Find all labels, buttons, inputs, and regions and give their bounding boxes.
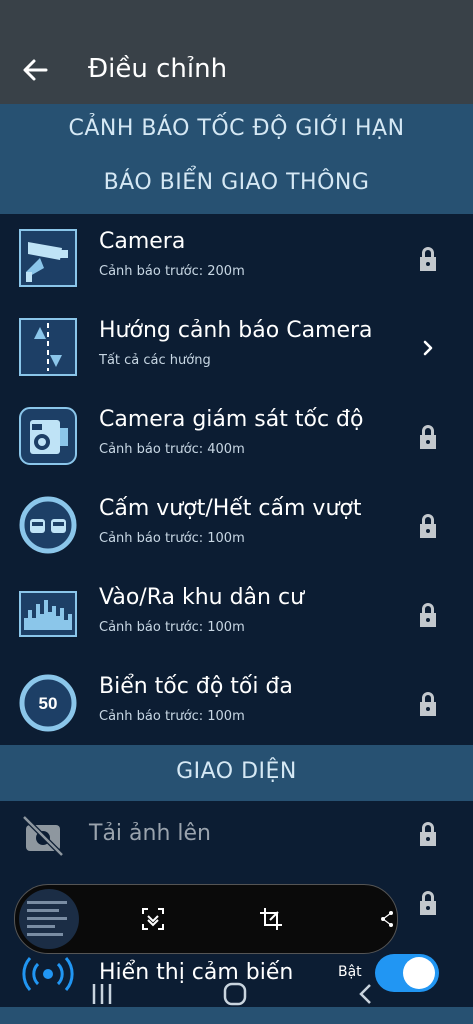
speed-camera-icon (19, 407, 77, 465)
lock-icon (420, 692, 436, 716)
nav-back-icon[interactable] (356, 982, 376, 1006)
camera-icon (19, 229, 77, 287)
setting-title: Hướng cảnh báo Camera (99, 318, 373, 343)
section-header-ui: GIAO DIỆN (0, 745, 473, 801)
setting-upload-image[interactable]: Tải ảnh lên (0, 801, 473, 871)
no-overtaking-icon (19, 496, 77, 554)
section-header-speed: CẢNH BÁO TỐC ĐỘ GIỚI HẠN BÁO BIỂN GIAO T… (0, 104, 473, 214)
setting-title: Vào/Ra khu dân cư (99, 585, 305, 610)
setting-title: Camera giám sát tốc độ (99, 407, 364, 432)
setting-subtitle: Cảnh báo trước: 100m (99, 709, 245, 724)
section-title-speed-limit: CẢNH BÁO TỐC ĐỘ GIỚI HẠN (68, 116, 405, 141)
setting-title: Cấm vượt/Hết cấm vượt (99, 496, 362, 521)
speed-limit-icon: 50 (19, 674, 77, 732)
setting-no-overtaking[interactable]: Cấm vượt/Hết cấm vượt Cảnh báo trước: 10… (0, 481, 473, 569)
setting-residential-area[interactable]: Vào/Ra khu dân cư Cảnh báo trước: 100m (0, 570, 473, 658)
speed-limit-badge: 50 (39, 694, 58, 713)
setting-subtitle: Cảnh báo trước: 100m (99, 620, 245, 635)
back-arrow-icon[interactable] (20, 55, 50, 85)
setting-camera[interactable]: Camera Cảnh báo trước: 200m (0, 214, 473, 302)
screenshot-toolbar (14, 884, 398, 954)
chevron-right-icon[interactable] (414, 333, 442, 363)
lock-icon (420, 603, 436, 627)
setting-max-speed[interactable]: 50 Biển tốc độ tối đa Cảnh báo trước: 10… (0, 659, 473, 747)
setting-title: Tải ảnh lên (89, 821, 211, 846)
share-icon[interactable] (379, 905, 395, 933)
lock-icon (420, 514, 436, 538)
screenshot-thumbnail[interactable] (19, 889, 79, 949)
section-title-ui: GIAO DIỆN (176, 759, 297, 784)
setting-subtitle: Cảnh báo trước: 200m (99, 264, 245, 279)
no-image-icon (22, 815, 64, 857)
lock-icon (420, 891, 436, 915)
lock-icon (420, 822, 436, 846)
lock-icon (420, 425, 436, 449)
scroll-capture-icon[interactable] (139, 905, 167, 933)
section-title-traffic-signs: BÁO BIỂN GIAO THÔNG (103, 170, 370, 195)
setting-title: Biển tốc độ tối đa (99, 674, 293, 699)
direction-icon (19, 318, 77, 376)
setting-speed-camera[interactable]: Camera giám sát tốc độ Cảnh báo trước: 4… (0, 392, 473, 480)
city-icon (19, 591, 77, 637)
lock-icon (420, 247, 436, 271)
setting-subtitle: Cảnh báo trước: 400m (99, 442, 245, 457)
setting-subtitle: Tất cả các hướng (99, 353, 211, 368)
page-title: Điều chỉnh (88, 54, 228, 84)
setting-subtitle: Cảnh báo trước: 100m (99, 531, 245, 546)
system-nav-bar (0, 978, 473, 1024)
recent-apps-icon[interactable] (88, 982, 116, 1006)
crop-edit-icon[interactable] (257, 905, 285, 933)
setting-title: Camera (99, 229, 186, 254)
app-bar: Điều chỉnh (0, 0, 473, 104)
home-icon[interactable] (222, 982, 248, 1006)
setting-camera-direction[interactable]: Hướng cảnh báo Camera Tất cả các hướng (0, 303, 473, 391)
